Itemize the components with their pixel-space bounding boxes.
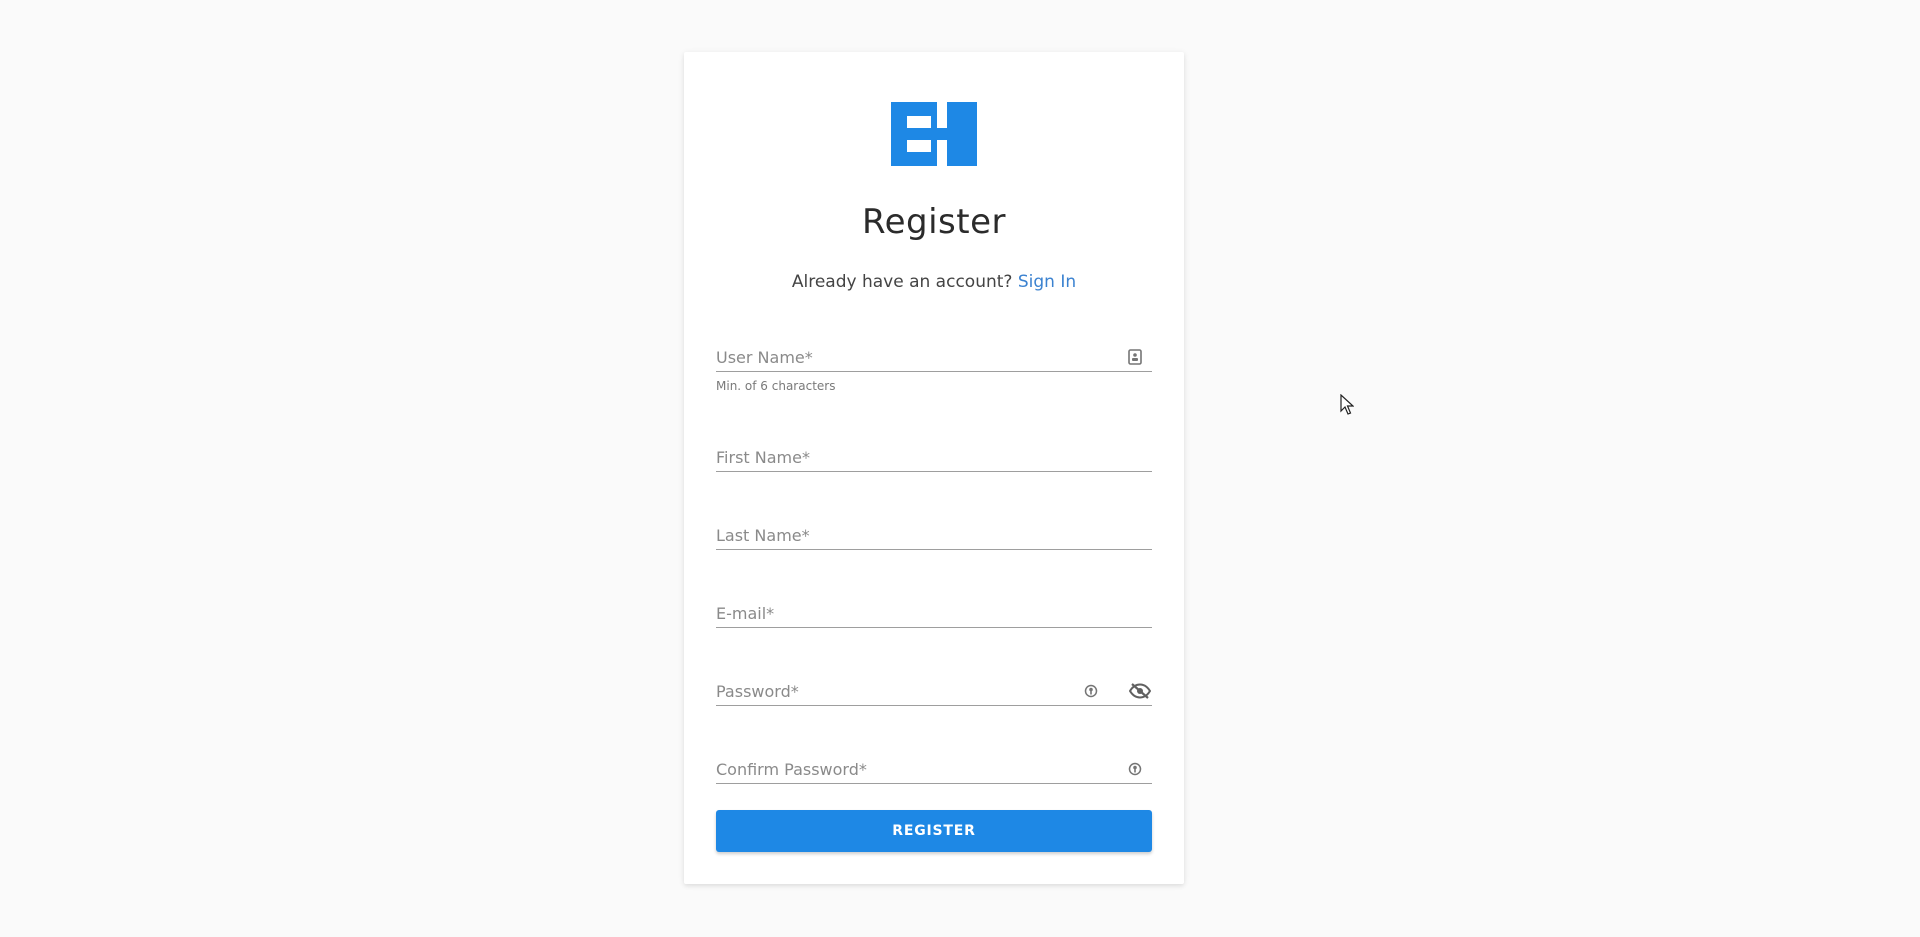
register-card: Register Already have an account? Sign I…	[684, 52, 1184, 884]
signin-link[interactable]: Sign In	[1018, 272, 1076, 292]
signin-prompt: Already have an account? Sign In	[684, 272, 1184, 292]
key-icon[interactable]	[1126, 760, 1144, 778]
username-field-wrapper	[716, 342, 1152, 372]
key-icon[interactable]	[1082, 682, 1100, 700]
register-button[interactable]: REGISTER	[716, 810, 1152, 852]
email-field-wrapper	[716, 598, 1152, 628]
mouse-cursor-icon	[1340, 394, 1354, 415]
eye-off-icon[interactable]	[1128, 682, 1152, 700]
contact-card-icon	[1126, 348, 1144, 366]
confirm-password-input[interactable]	[716, 754, 1152, 783]
password-field-wrapper	[716, 676, 1152, 706]
last-name-input[interactable]	[716, 520, 1152, 549]
first-name-input[interactable]	[716, 442, 1152, 471]
page-title: Register	[862, 202, 1006, 242]
brand-logo	[891, 102, 977, 166]
username-input[interactable]	[716, 342, 1152, 371]
last-name-field-wrapper	[716, 520, 1152, 550]
signin-prompt-text: Already have an account?	[791, 272, 1013, 292]
username-hint: Min. of 6 characters	[716, 379, 836, 393]
confirm-password-field-wrapper	[716, 754, 1152, 784]
email-input[interactable]	[716, 598, 1152, 627]
first-name-field-wrapper	[716, 442, 1152, 472]
